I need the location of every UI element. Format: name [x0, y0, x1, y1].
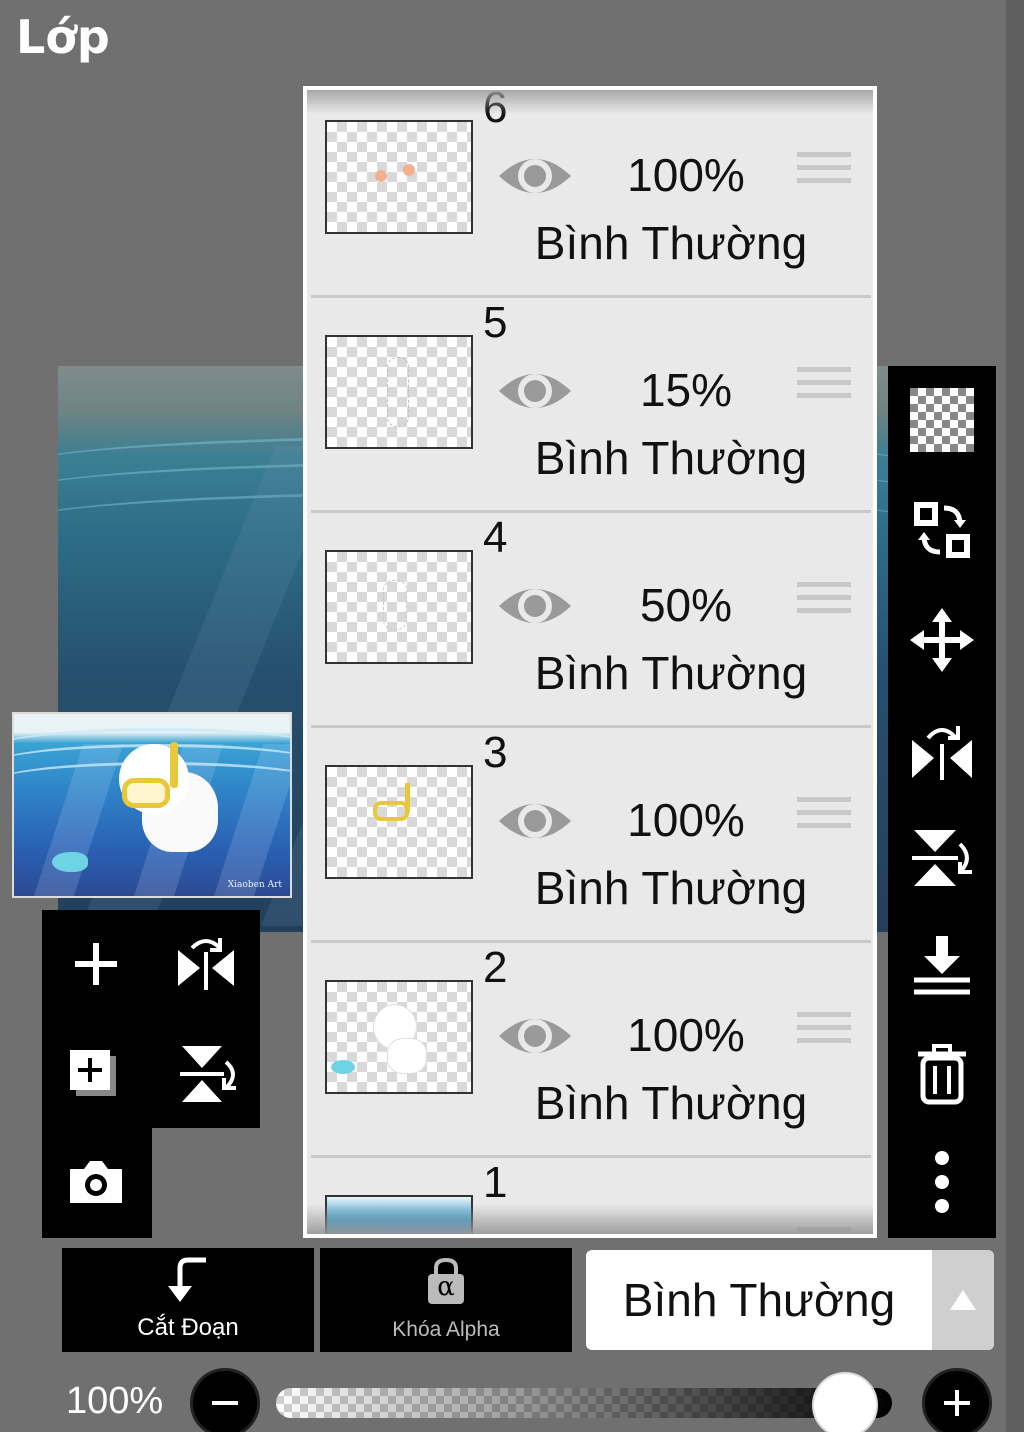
plus-icon: [944, 1390, 970, 1416]
add-layer-icon[interactable]: [46, 1024, 146, 1124]
layer-row[interactable]: 3 100% Bình Thường: [311, 731, 871, 943]
fish: [52, 852, 88, 872]
goggles: [122, 778, 170, 808]
plus-icon[interactable]: [46, 914, 146, 1014]
alpha-symbol: α: [437, 1272, 455, 1302]
swap-icon[interactable]: [902, 490, 982, 570]
layer-opacity: 50%: [639, 579, 733, 631]
eye-icon[interactable]: [497, 148, 573, 204]
minus-button[interactable]: [190, 1368, 260, 1432]
opacity-slider-thumb[interactable]: [812, 1372, 878, 1432]
eye-icon[interactable]: [497, 1008, 573, 1064]
move-icon[interactable]: [902, 600, 982, 680]
layer-opacity: 100%: [627, 149, 745, 201]
eye-icon[interactable]: [497, 793, 573, 849]
left-toolbar-bottom: [42, 1128, 152, 1238]
transparent-icon[interactable]: [902, 380, 982, 460]
layer-thumbnail[interactable]: [325, 120, 473, 234]
layer-number: 3: [483, 728, 508, 777]
layer-number: 4: [483, 513, 508, 562]
drag-handle-icon[interactable]: [797, 797, 851, 845]
layer-opacity: 100%: [627, 1009, 745, 1061]
layer-thumbnail[interactable]: [325, 335, 473, 449]
layer-blend-mode: Bình Thường: [534, 647, 808, 699]
opacity-value: 100%: [66, 1380, 164, 1422]
canvas-preview[interactable]: Xiaoben Art: [12, 712, 292, 898]
blend-mode-select[interactable]: Bình Thường: [586, 1250, 994, 1350]
page-title: Lớp: [16, 10, 110, 64]
layer-number: 2: [483, 943, 508, 992]
layer-blend-mode: Bình Thường: [534, 217, 808, 269]
panel-scroll-fade-bottom: [307, 1204, 873, 1234]
opacity-slider[interactable]: [276, 1388, 892, 1418]
layer-thumbnail[interactable]: [325, 765, 473, 879]
minus-icon: [212, 1401, 238, 1405]
snorkel: [170, 742, 178, 788]
left-toolbar: [42, 910, 260, 1128]
layer-blend-mode: Bình Thường: [534, 862, 808, 914]
layer-opacity: 15%: [639, 364, 733, 416]
clip-arrow-icon: [168, 1257, 206, 1302]
merge-down-icon[interactable]: [902, 926, 982, 1006]
blend-mode-value: Bình Thường: [622, 1274, 896, 1326]
chevron-up-icon[interactable]: [932, 1250, 994, 1350]
eye-icon[interactable]: [497, 363, 573, 419]
layer-opacity: 100%: [627, 794, 745, 846]
clip-label: Cắt Đoạn: [137, 1314, 239, 1341]
camera-icon[interactable]: [46, 1132, 146, 1232]
layer-row[interactable]: 2 100% Bình Thường: [311, 946, 871, 1158]
alpha-lock-button[interactable]: α Khóa Alpha: [320, 1248, 572, 1352]
layer-row[interactable]: 4 50% Bình Thường: [311, 516, 871, 728]
layer-row[interactable]: 6100%Bình Thường: [311, 90, 871, 298]
panel-scroll-fade-top: [307, 90, 873, 114]
lock-icon: α: [424, 1256, 468, 1306]
layer-thumbnail[interactable]: [325, 980, 473, 1094]
trash-icon[interactable]: [902, 1034, 982, 1114]
layer-row[interactable]: 5 15% Bình Thường: [311, 301, 871, 513]
flip-horizontal-icon[interactable]: [156, 914, 256, 1014]
right-toolbar: [888, 366, 996, 1238]
layer-thumbnail[interactable]: [325, 550, 473, 664]
flip-vertical-icon[interactable]: [156, 1024, 256, 1124]
layer-blend-mode: Bình Thường: [534, 1077, 808, 1129]
more-icon[interactable]: [902, 1142, 982, 1222]
drag-handle-icon[interactable]: [797, 367, 851, 415]
alpha-lock-label: Khóa Alpha: [392, 1318, 500, 1341]
flip-horizontal-icon[interactable]: [902, 710, 982, 790]
flip-vertical-icon[interactable]: [902, 818, 982, 898]
eye-icon[interactable]: [497, 578, 573, 634]
artist-signature: Xiaoben Art: [227, 880, 282, 890]
layers-panel[interactable]: 6100%Bình Thường515%Bình Thường450%Bình …: [303, 86, 877, 1238]
drag-handle-icon[interactable]: [797, 582, 851, 630]
layer-blend-mode: Bình Thường: [534, 432, 808, 484]
plus-button[interactable]: [922, 1368, 992, 1432]
drag-handle-icon[interactable]: [797, 1012, 851, 1060]
layer-number: 1: [483, 1158, 508, 1207]
clip-button[interactable]: Cắt Đoạn: [62, 1248, 314, 1352]
drag-handle-icon[interactable]: [797, 152, 851, 200]
layer-number: 5: [483, 298, 508, 347]
right-edge: [1006, 0, 1024, 1432]
